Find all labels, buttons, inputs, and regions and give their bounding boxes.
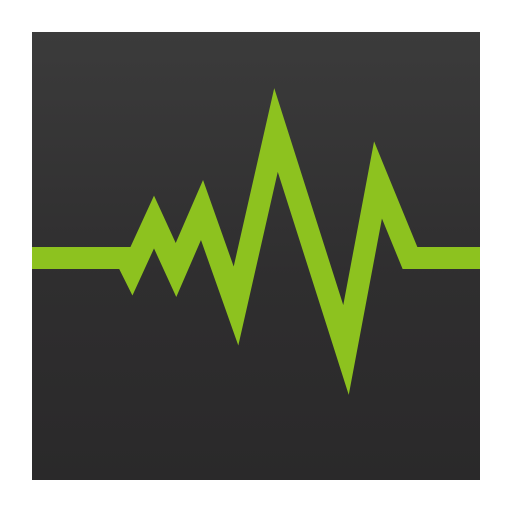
waveform-icon bbox=[32, 88, 480, 395]
app-icon-tile bbox=[32, 32, 480, 480]
waveform-line bbox=[32, 88, 480, 395]
